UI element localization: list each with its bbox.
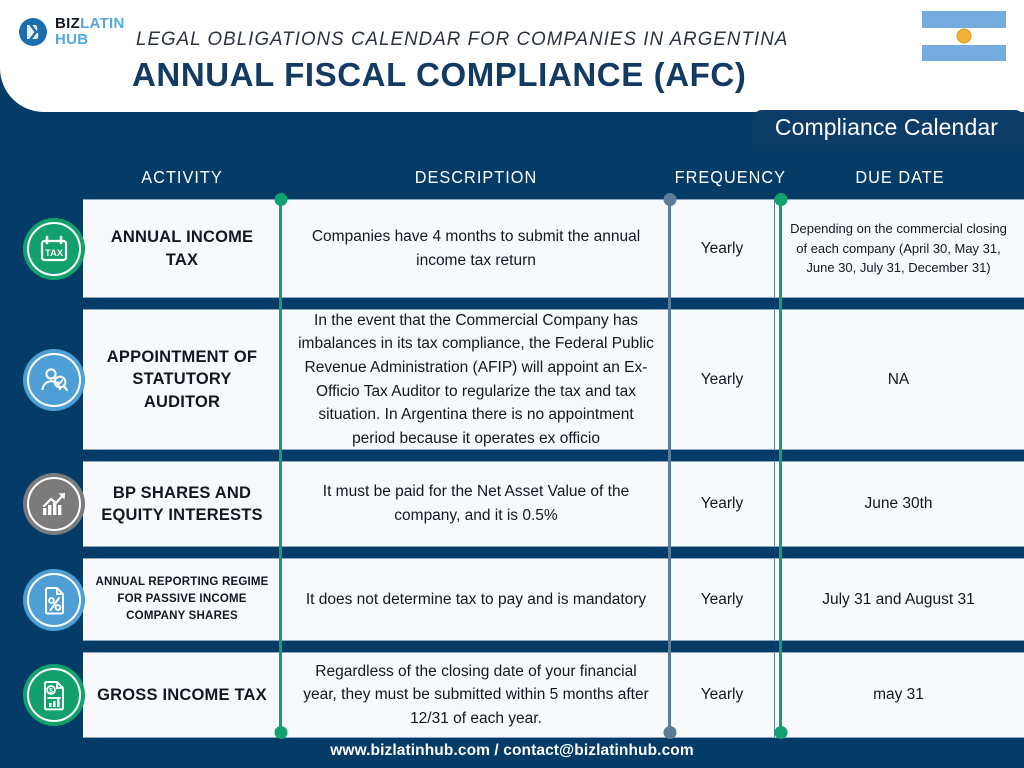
table-row: $ GROSS INCOME TAX Regardless of the clo… [0, 652, 1024, 738]
flag-band-bottom [922, 44, 1006, 61]
row-cells: APPOINTMENT OF STATUTORY AUDITOR In the … [83, 309, 1024, 450]
column-header-description: DESCRIPTION [414, 167, 538, 187]
cell-frequency: Yearly [669, 559, 775, 640]
footer: www.bizlatinhub.com / contact@bizlatinhu… [0, 733, 1024, 768]
column-header-frequency: FREQUENCY [674, 167, 787, 187]
cell-activity: APPOINTMENT OF STATUTORY AUDITOR [106, 348, 258, 411]
logo-wordmark: BIZLATIN HUB [55, 16, 125, 47]
brand-logo[interactable]: BIZLATIN HUB [18, 16, 125, 47]
bizlatinhub-logo-icon [18, 17, 48, 47]
argentina-flag-icon [922, 11, 1006, 61]
cell-frequency: Yearly [669, 462, 775, 546]
footer-contact[interactable]: www.bizlatinhub.com / contact@bizlatinhu… [330, 742, 694, 760]
cell-due-date: may 31 [873, 686, 924, 704]
infographic-poster: BIZLATIN HUB LEGAL OBLIGATIONS CALENDAR … [0, 0, 1024, 768]
cell-activity: GROSS INCOME TAX [97, 685, 267, 704]
cell-activity: ANNUAL REPORTING REGIME FOR PASSIVE INCO… [95, 576, 269, 622]
table-row: ANNUAL REPORTING REGIME FOR PASSIVE INCO… [0, 558, 1024, 641]
table-row: TAX ANNUAL INCOME TAX Companies have 4 m… [0, 199, 1024, 298]
document-percent-icon [23, 568, 85, 631]
cell-description: Companies have 4 months to submit the an… [281, 200, 671, 297]
cell-due-date: July 31 and August 31 [822, 590, 975, 608]
cell-due-date: June 30th [864, 495, 933, 513]
header: BIZLATIN HUB LEGAL OBLIGATIONS CALENDAR … [0, 0, 1024, 112]
flag-band-middle [922, 27, 1006, 45]
row-cells: ANNUAL REPORTING REGIME FOR PASSIVE INCO… [83, 558, 1024, 641]
cell-due-date: NA [887, 370, 910, 388]
svg-text:TAX: TAX [45, 248, 64, 259]
cell-description: It does not determine tax to pay and is … [281, 559, 671, 640]
cell-description: In the event that the Commercial Company… [281, 310, 671, 449]
tax-calendar-icon: TAX [23, 217, 85, 280]
cell-activity: BP SHARES AND EQUITY INTERESTS [101, 483, 263, 524]
cell-frequency: Yearly [669, 200, 775, 297]
badge-label: Compliance Calendar [774, 114, 998, 140]
growth-chart-icon [23, 473, 85, 535]
header-subtitle: LEGAL OBLIGATIONS CALENDAR FOR COMPANIES… [136, 28, 789, 50]
table-row: APPOINTMENT OF STATUTORY AUDITOR In the … [0, 309, 1024, 450]
compliance-table: ACTIVITY DESCRIPTION FREQUENCY DUE DATE … [0, 146, 1024, 749]
cell-frequency: Yearly [669, 653, 775, 737]
row-cells: GROSS INCOME TAX Regardless of the closi… [83, 652, 1024, 738]
cell-activity: ANNUAL INCOME TAX [110, 228, 254, 269]
table-header-row: ACTIVITY DESCRIPTION FREQUENCY DUE DATE [0, 146, 1024, 199]
logo-text-hub: HUB [55, 31, 89, 48]
cell-description: It must be paid for the Net Asset Value … [281, 462, 671, 546]
column-header-activity: ACTIVITY [141, 167, 223, 187]
cell-frequency: Yearly [669, 310, 775, 449]
logo-text-latin: LATIN [80, 15, 125, 32]
auditor-person-icon [23, 348, 85, 411]
document-dollar-chart-icon: $ [23, 664, 85, 726]
logo-text-biz: BIZ [55, 15, 81, 32]
status-badge: Compliance Calendar [752, 110, 1024, 145]
table-row: BP SHARES AND EQUITY INTERESTS It must b… [0, 461, 1024, 547]
flag-band-top [922, 11, 1006, 28]
page-title: ANNUAL FISCAL COMPLIANCE (AFC) [132, 56, 747, 93]
sun-of-may-icon [958, 30, 970, 42]
row-cells: BP SHARES AND EQUITY INTERESTS It must b… [83, 461, 1024, 547]
svg-text:$: $ [49, 688, 53, 695]
row-cells: ANNUAL INCOME TAX Companies have 4 month… [83, 199, 1024, 298]
cell-due-date: Depending on the commercial closing of e… [790, 221, 1007, 276]
cell-description: Regardless of the closing date of your f… [281, 653, 671, 737]
column-header-due-date: DUE DATE [855, 167, 945, 187]
